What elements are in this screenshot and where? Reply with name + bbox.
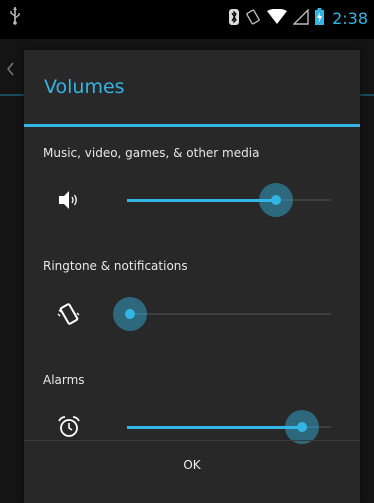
bluetooth-icon <box>229 8 240 29</box>
usb-icon <box>9 6 21 30</box>
slider-fill <box>127 199 276 202</box>
wifi-icon <box>267 8 288 29</box>
volumes-dialog: Volumes Music, video, games, & other med… <box>24 50 360 503</box>
status-bar: 2:38 <box>0 0 374 39</box>
slider-thumb[interactable] <box>258 183 293 217</box>
media-volume-slider[interactable] <box>127 183 331 217</box>
ringtone-volume-label: Ringtone & notifications <box>43 259 188 273</box>
title-divider <box>24 124 360 127</box>
speaker-icon[interactable] <box>56 187 82 213</box>
clock: 2:38 <box>332 9 368 28</box>
signal-icon <box>292 7 309 29</box>
alarm-volume-slider[interactable] <box>127 410 331 444</box>
slider-track <box>127 313 331 315</box>
dialog-title: Volumes <box>44 76 125 98</box>
battery-charging-icon <box>315 8 325 29</box>
ringtone-volume-slider[interactable] <box>113 297 331 331</box>
slider-fill <box>127 426 303 429</box>
back-chevron-icon <box>6 61 16 76</box>
slider-thumb[interactable] <box>285 410 320 444</box>
alarm-clock-icon[interactable] <box>56 414 82 440</box>
alarm-volume-label: Alarms <box>43 373 85 387</box>
vibrate-phone-icon[interactable] <box>56 301 82 327</box>
slider-thumb[interactable] <box>113 297 147 331</box>
vibrate-icon <box>245 8 261 29</box>
ok-button[interactable]: OK <box>24 441 360 489</box>
media-volume-label: Music, video, games, & other media <box>43 146 260 160</box>
